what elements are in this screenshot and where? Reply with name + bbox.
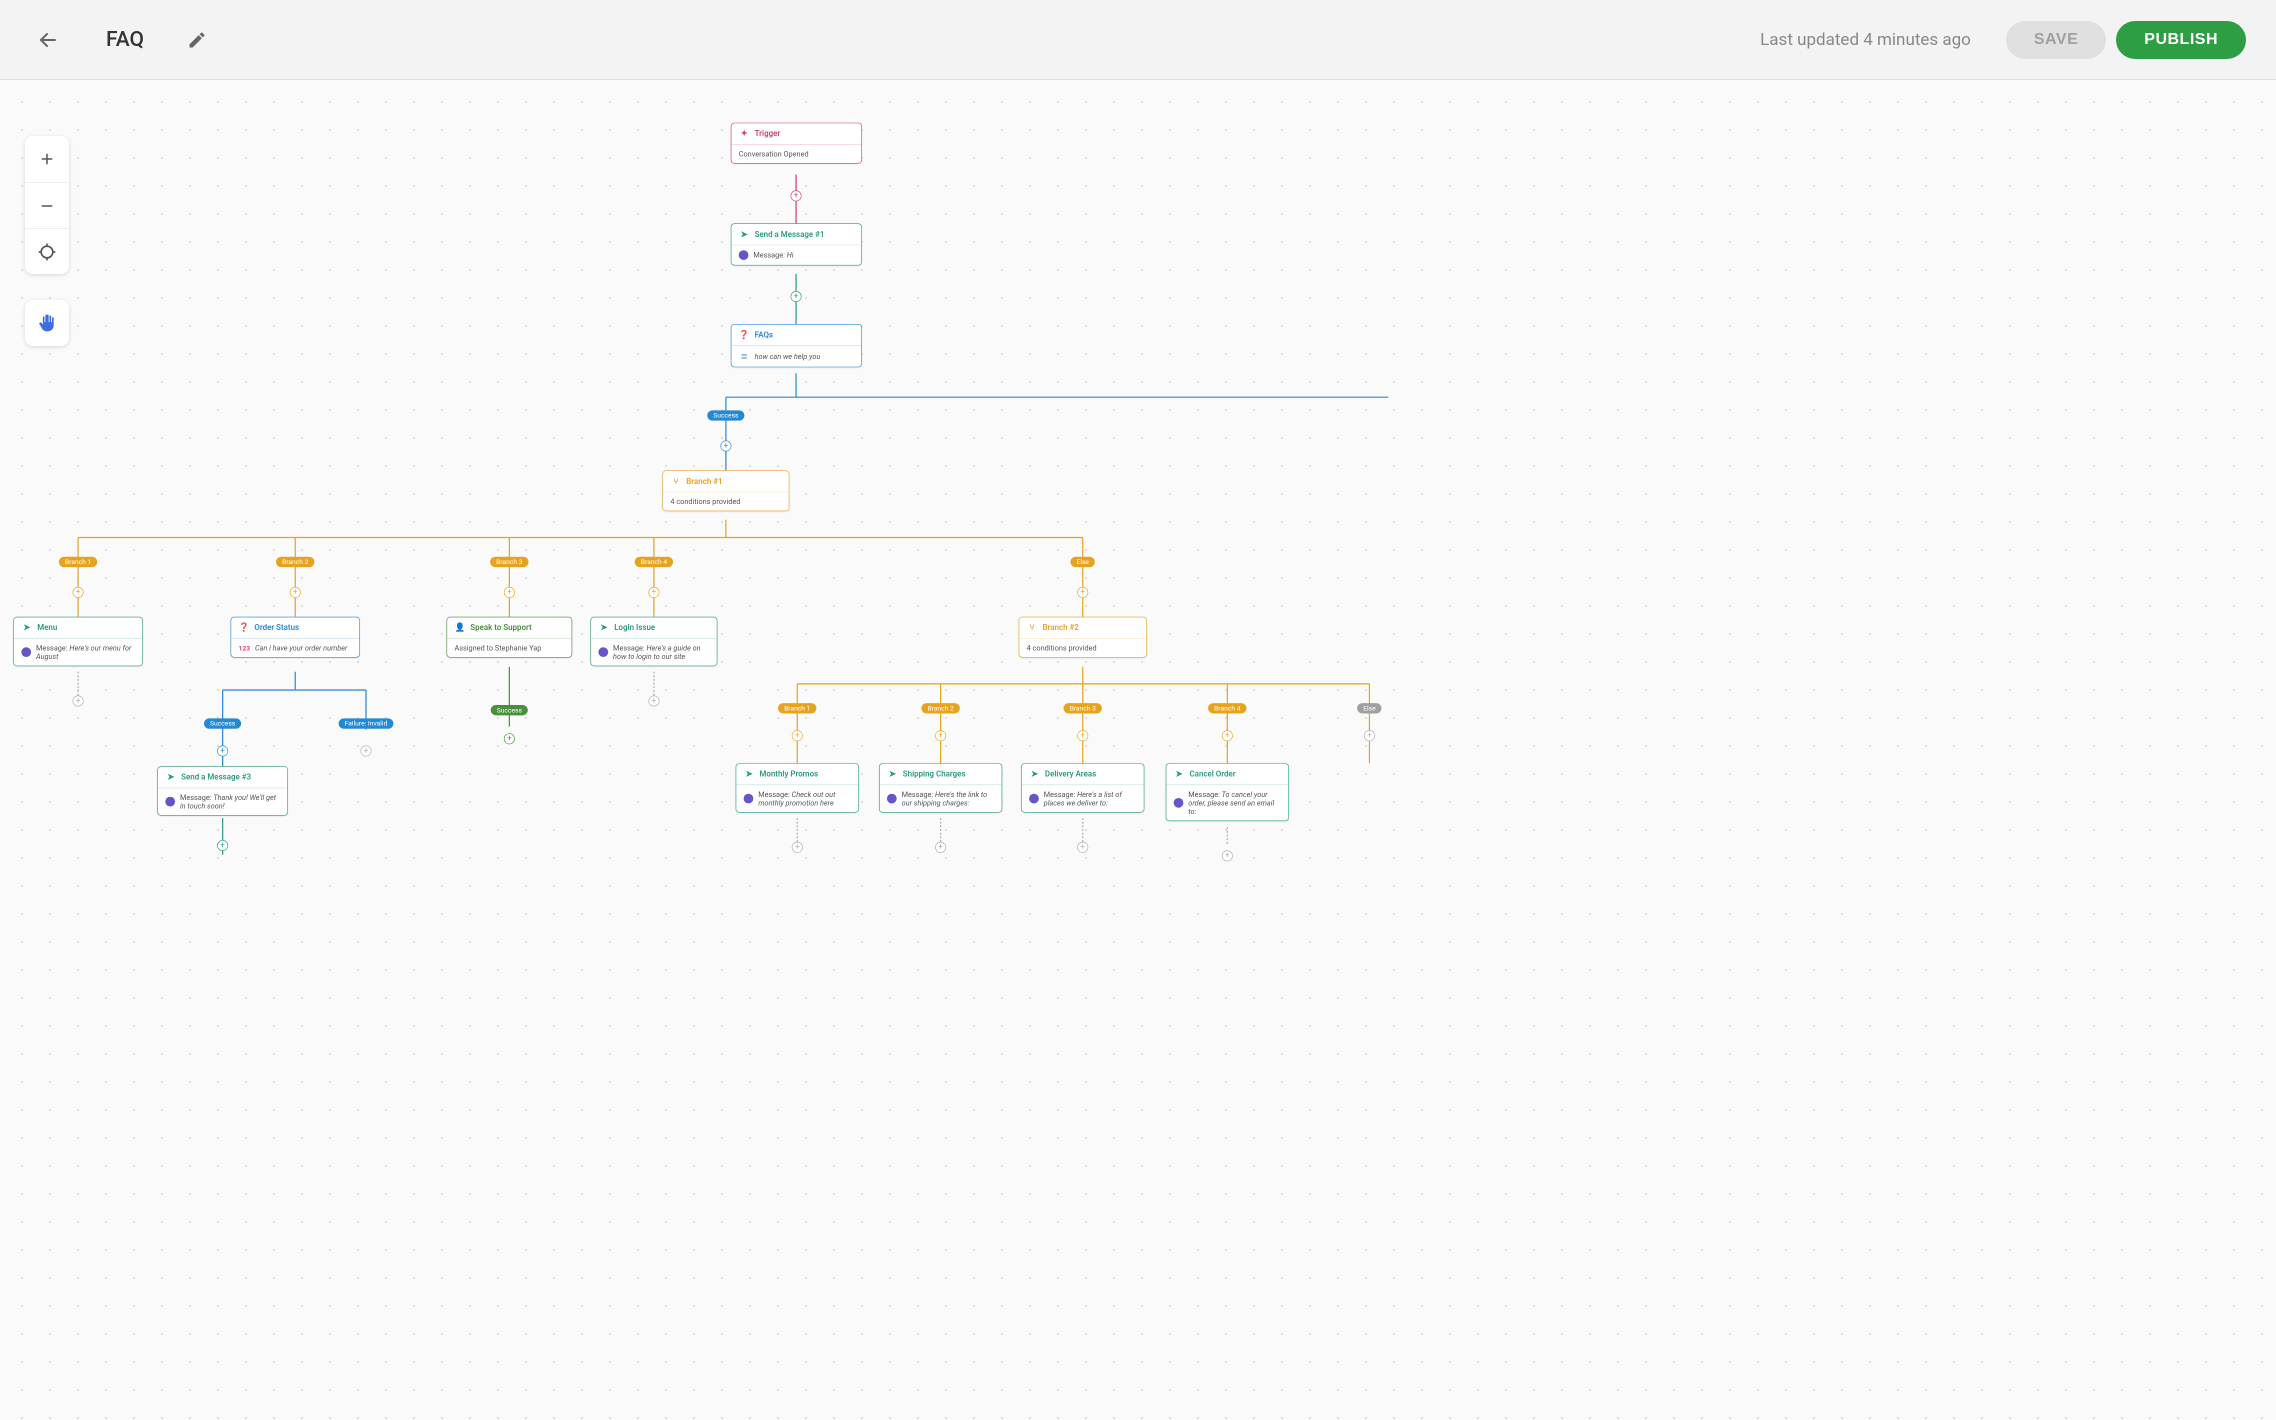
add-node-button[interactable] [791, 190, 802, 201]
add-node-button[interactable] [792, 842, 803, 853]
add-node-button[interactable] [1077, 842, 1088, 853]
node-shipping-charges[interactable]: ➤Shipping Charges Message: Here's the li… [879, 763, 1002, 812]
message-icon [21, 647, 31, 657]
save-button[interactable]: SAVE [2006, 21, 2106, 59]
add-node-button[interactable] [504, 733, 515, 744]
node-branch-1[interactable]: ⑂Branch #1 4 conditions provided [662, 470, 789, 511]
last-updated: Last updated 4 minutes ago [1760, 30, 1971, 50]
message-icon [739, 250, 749, 260]
send-icon: ➤ [1029, 769, 1040, 780]
minus-icon [38, 197, 56, 215]
zoom-out-button[interactable] [25, 182, 69, 228]
edit-title-button[interactable] [179, 22, 215, 58]
label-branch-4: Branch 4 [635, 557, 674, 567]
node-monthly-promos[interactable]: ➤Monthly Promos Message: Check out out m… [736, 763, 859, 812]
branch-icon: ⑂ [1027, 622, 1038, 633]
message-icon [1029, 794, 1039, 804]
canvas[interactable]: ✦Trigger Conversation Opened ➤Send a Mes… [0, 80, 2276, 1420]
node-faqs[interactable]: ❓FAQs ≣how can we help you [731, 324, 862, 367]
message-icon [598, 647, 608, 657]
add-node-button[interactable] [217, 746, 228, 757]
add-node-button[interactable] [935, 842, 946, 853]
add-node-button[interactable] [504, 587, 515, 598]
user-icon: 👤 [454, 622, 465, 633]
node-send-message-1[interactable]: ➤Send a Message #1 Message: Hi [731, 223, 862, 265]
node-branch-2[interactable]: ⑂Branch #2 4 conditions provided [1019, 617, 1147, 658]
label-else: Else [1070, 557, 1095, 567]
publish-button[interactable]: PUBLISH [2116, 21, 2246, 59]
zoom-controls [25, 136, 69, 274]
add-node-button[interactable] [1364, 730, 1375, 741]
page-title: FAQ [106, 28, 144, 52]
label-failure-invalid: Failure: Invalid [339, 718, 394, 728]
label-branch-1: Branch 1 [778, 703, 817, 713]
label-branch-2: Branch 2 [276, 557, 315, 567]
question-icon: ❓ [739, 329, 750, 340]
add-node-button[interactable] [361, 746, 372, 757]
plus-icon [38, 150, 56, 168]
message-icon [165, 797, 175, 807]
send-icon: ➤ [739, 229, 750, 240]
add-node-button[interactable] [290, 587, 301, 598]
label-branch-4: Branch 4 [1208, 703, 1247, 713]
pan-tool[interactable] [25, 300, 69, 346]
message-icon [887, 794, 897, 804]
node-order-status[interactable]: ❓Order Status 123Can i have your order n… [231, 617, 360, 658]
message-icon [744, 794, 754, 804]
label-branch-2: Branch 2 [921, 703, 960, 713]
add-node-button[interactable] [217, 840, 228, 851]
node-delivery-areas[interactable]: ➤Delivery Areas Message: Here's a list o… [1021, 763, 1144, 812]
add-node-button[interactable] [73, 695, 84, 706]
recenter-button[interactable] [25, 228, 69, 274]
node-send-message-3[interactable]: ➤Send a Message #3 Message: Thank you! W… [157, 766, 288, 815]
sparkle-icon: ✦ [739, 128, 750, 139]
node-cancel-order[interactable]: ➤Cancel Order Message: To cancel your or… [1166, 763, 1289, 821]
send-icon: ➤ [165, 772, 176, 783]
add-node-button[interactable] [791, 291, 802, 302]
pencil-icon [187, 30, 207, 50]
add-node-button[interactable] [648, 695, 659, 706]
zoom-in-button[interactable] [25, 136, 69, 182]
send-icon: ➤ [887, 769, 898, 780]
add-node-button[interactable] [1222, 850, 1233, 861]
hand-icon [37, 313, 57, 333]
add-node-button[interactable] [1222, 730, 1233, 741]
arrow-left-icon [36, 28, 60, 52]
node-login-issue[interactable]: ➤Login Issue Message: Here's a guide on … [590, 617, 717, 666]
add-node-button[interactable] [1077, 730, 1088, 741]
back-button[interactable] [30, 22, 66, 58]
label-branch-3: Branch 3 [490, 557, 529, 567]
node-menu[interactable]: ➤Menu Message: Here's our menu for Augus… [13, 617, 142, 666]
label-success: Success [707, 410, 744, 420]
list-icon: ≣ [739, 351, 750, 362]
send-icon: ➤ [21, 622, 32, 633]
add-node-button[interactable] [73, 587, 84, 598]
message-icon [1174, 798, 1184, 808]
add-node-button[interactable] [720, 441, 731, 452]
send-icon: ➤ [1174, 769, 1185, 780]
node-trigger[interactable]: ✦Trigger Conversation Opened [731, 123, 862, 164]
label-success: Success [204, 718, 241, 728]
label-branch-1: Branch 1 [59, 557, 98, 567]
header: FAQ Last updated 4 minutes ago SAVE PUBL… [0, 0, 2276, 80]
number-icon: 123 [239, 644, 251, 652]
branch-icon: ⑂ [670, 476, 681, 487]
crosshair-icon [37, 242, 57, 262]
label-success: Success [491, 705, 528, 715]
label-branch-3: Branch 3 [1063, 703, 1102, 713]
add-node-button[interactable] [648, 587, 659, 598]
add-node-button[interactable] [935, 730, 946, 741]
send-icon: ➤ [744, 769, 755, 780]
node-speak-to-support[interactable]: 👤Speak to Support Assigned to Stephanie … [447, 617, 573, 658]
add-node-button[interactable] [1077, 587, 1088, 598]
question-icon: ❓ [239, 622, 250, 633]
send-icon: ➤ [598, 622, 609, 633]
add-node-button[interactable] [792, 730, 803, 741]
label-else: Else [1357, 703, 1382, 713]
